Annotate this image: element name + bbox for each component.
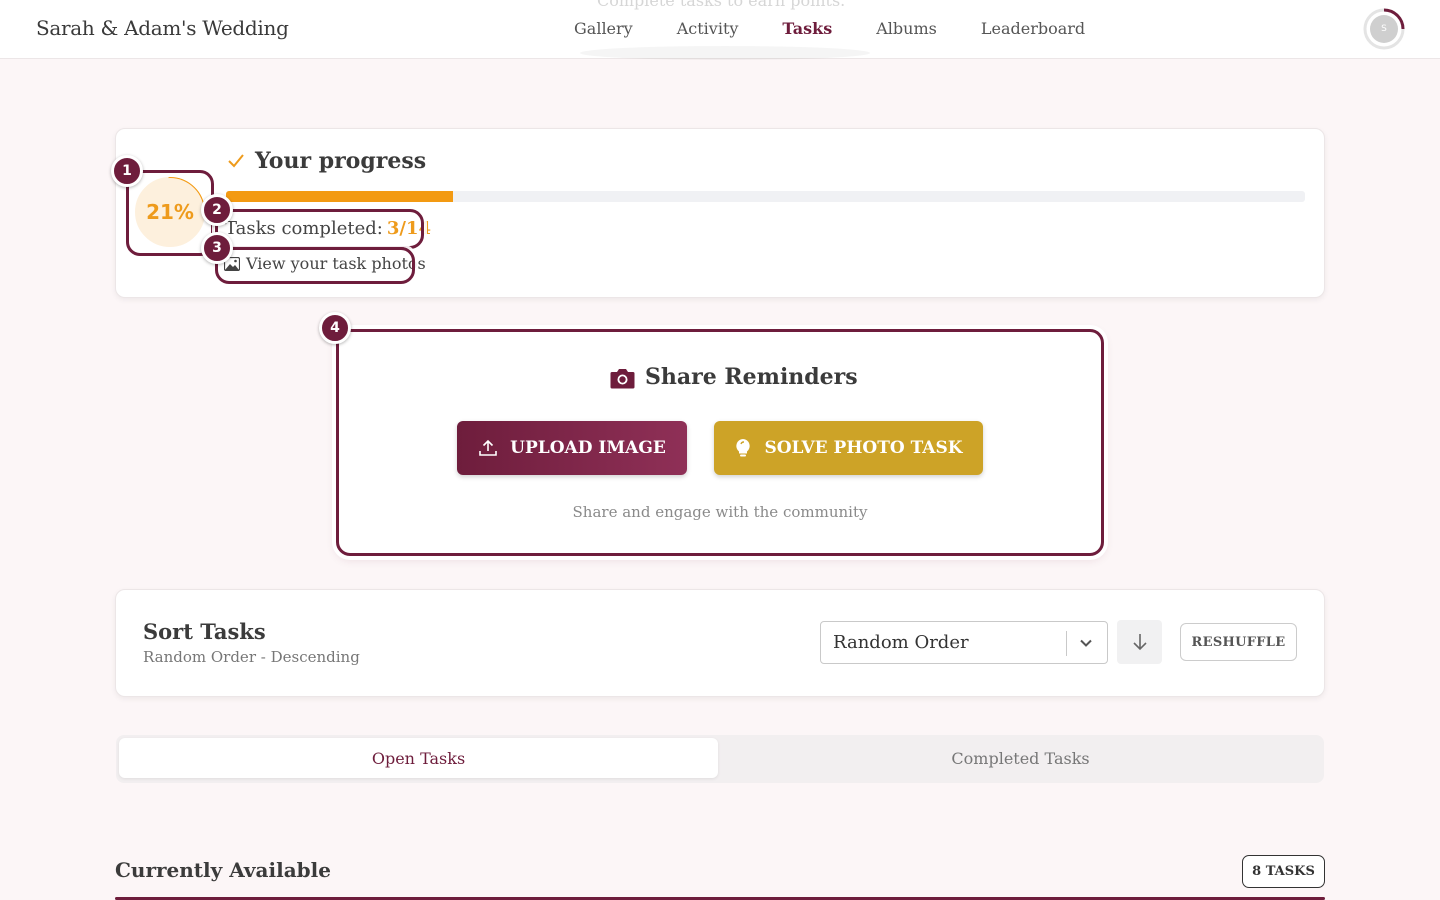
progress-percent: 21%	[136, 178, 204, 246]
reshuffle-button[interactable]: RESHUFFLE	[1180, 623, 1297, 661]
progress-title: Your progress	[255, 148, 427, 174]
nav-activity[interactable]: Activity	[677, 19, 739, 38]
tour-step-badge-4: 4	[319, 312, 351, 344]
tasks-completed-label: Tasks completed:	[225, 218, 383, 239]
tab-completed-tasks[interactable]: Completed Tasks	[720, 738, 1321, 778]
task-count-badge: 8 TASKS	[1242, 855, 1325, 888]
tab-open-tasks[interactable]: Open Tasks	[119, 738, 718, 778]
top-navigation-bar: Complete tasks to earn points. Sarah & A…	[0, 0, 1440, 60]
tasks-completed-count: 3/14	[386, 218, 431, 239]
brand-title[interactable]: Sarah & Adam's Wedding	[36, 16, 289, 40]
progress-bar-fill	[226, 191, 453, 202]
main-nav: Gallery Activity Tasks Albums Leaderboar…	[574, 19, 1129, 38]
progress-ring: 21%	[134, 176, 206, 248]
arrow-down-icon	[1132, 634, 1147, 651]
view-task-photos-link[interactable]: View your task photos	[224, 254, 426, 273]
tour-step-badge-3: 3	[201, 232, 233, 264]
sort-tasks-subtitle: Random Order - Descending	[143, 648, 360, 666]
share-reminders-title: Share Reminders	[645, 364, 858, 390]
sort-direction-button[interactable]	[1117, 620, 1162, 664]
solve-photo-task-label: SOLVE PHOTO TASK	[764, 438, 963, 458]
upload-image-label: UPLOAD IMAGE	[510, 438, 666, 458]
lightbulb-icon	[736, 439, 751, 457]
select-separator	[1066, 631, 1067, 656]
currently-available-heading: Currently Available	[115, 858, 331, 882]
sort-order-value: Random Order	[833, 632, 969, 653]
upload-icon	[479, 439, 497, 456]
sort-order-select[interactable]: Random Order	[820, 621, 1108, 664]
check-icon	[228, 154, 244, 168]
nav-albums[interactable]: Albums	[876, 19, 937, 38]
nav-gallery[interactable]: Gallery	[574, 19, 633, 38]
camera-icon	[610, 369, 635, 389]
subtitle-shadow	[580, 46, 870, 60]
faded-page-subtitle: Complete tasks to earn points.	[597, 0, 846, 10]
upload-image-button[interactable]: UPLOAD IMAGE	[457, 421, 687, 475]
solve-photo-task-button[interactable]: SOLVE PHOTO TASK	[714, 421, 983, 475]
progress-bar	[226, 191, 1305, 202]
chevron-down-icon	[1080, 639, 1092, 647]
task-tabs: Open Tasks Completed Tasks	[116, 735, 1324, 783]
sort-tasks-title: Sort Tasks	[143, 619, 266, 644]
user-avatar-button[interactable]: S	[1363, 8, 1405, 50]
tour-step-badge-2: 2	[201, 194, 233, 226]
nav-tasks[interactable]: Tasks	[782, 19, 832, 38]
tour-step-badge-1: 1	[111, 155, 143, 187]
nav-leaderboard[interactable]: Leaderboard	[981, 19, 1085, 38]
tasks-completed-line: Tasks completed: 3/14	[225, 218, 431, 239]
avatar: S	[1370, 15, 1398, 43]
view-task-photos-label: View your task photos	[246, 254, 426, 273]
share-subtitle: Share and engage with the community	[572, 503, 868, 521]
